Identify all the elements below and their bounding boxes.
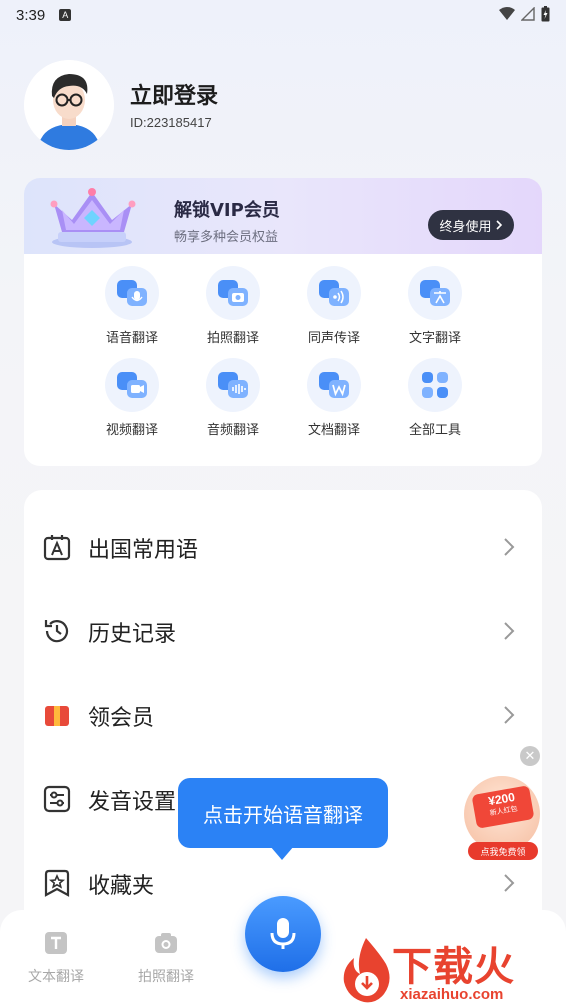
vip-banner[interactable]: 解锁VIP会员 畅享多种会员权益 终身使用 <box>24 178 542 254</box>
menu-label: 领会员 <box>88 706 155 731</box>
tool-all-tools[interactable]: 全部工具 <box>395 358 475 442</box>
status-bar: 3:39 A <box>0 0 566 30</box>
favorites-icon <box>44 869 70 897</box>
tool-camera-translate[interactable]: 拍照翻译 <box>193 266 273 350</box>
claim-free-button[interactable]: 点我免费领 <box>468 842 538 860</box>
watermark-brand: 下载火 <box>392 944 515 990</box>
camera-tab-icon <box>155 933 177 953</box>
video-translate-icon <box>117 372 147 398</box>
settings-sliders-icon <box>43 785 71 813</box>
new-user-red-packet-promo[interactable]: ✕ ¥200 新人红包 点我免费领 <box>462 746 546 864</box>
menu-label: 出国常用语 <box>88 538 199 563</box>
simultaneous-icon <box>319 280 349 306</box>
tool-label: 全部工具 <box>408 423 461 438</box>
watermark: 下载火 xiazaihuo.com <box>336 932 566 1008</box>
wifi-icon <box>499 7 515 20</box>
menu-label: 发音设置 <box>88 790 177 815</box>
tool-label: 文档翻译 <box>307 423 360 438</box>
tool-label: 音频翻译 <box>206 423 259 438</box>
flame-logo-icon <box>343 938 390 1003</box>
signal-icon <box>521 7 535 21</box>
tab-label: 拍照翻译 <box>138 969 194 985</box>
text-tab-icon <box>45 932 67 954</box>
crown-icon <box>50 188 136 248</box>
tool-simultaneous[interactable]: 同声传译 <box>294 266 374 350</box>
vip-button-label: 终身使用 <box>439 219 492 235</box>
vip-tools-card: 解锁VIP会员 畅享多种会员权益 终身使用 语音翻译 拍照翻译 同声传译 文字翻… <box>24 178 542 466</box>
menu-label: 收藏夹 <box>88 874 155 899</box>
user-id: ID:223185417 <box>130 115 212 130</box>
chevron-right-icon <box>504 538 515 556</box>
menu-label: 历史记录 <box>88 622 177 647</box>
tool-label: 同声传译 <box>307 331 360 346</box>
lifetime-vip-button[interactable]: 终身使用 <box>428 210 514 240</box>
tool-label: 语音翻译 <box>105 331 158 346</box>
login-link[interactable]: 立即登录 <box>130 78 218 110</box>
tool-label: 视频翻译 <box>105 423 158 438</box>
close-icon[interactable]: ✕ <box>520 746 540 766</box>
document-translate-icon <box>319 372 349 398</box>
chevron-right-icon <box>495 220 502 230</box>
tab-camera-translate[interactable]: 拍照翻译 <box>116 930 216 986</box>
voice-translate-tooltip: 点击开始语音翻译 <box>178 778 388 860</box>
menu-item-get-vip[interactable]: 领会员 <box>24 672 542 756</box>
tab-label: 文本翻译 <box>28 969 84 985</box>
all-tools-icon <box>422 372 448 398</box>
history-icon <box>44 620 69 643</box>
voice-record-button[interactable] <box>245 896 321 972</box>
tool-label: 文字翻译 <box>408 331 461 346</box>
battery-icon <box>541 6 550 22</box>
tab-text-translate[interactable]: 文本翻译 <box>6 930 106 986</box>
menu-item-phrasebook[interactable]: 出国常用语 <box>24 504 542 588</box>
chevron-right-icon <box>504 706 515 724</box>
tool-label: 拍照翻译 <box>206 331 259 346</box>
phrasebook-icon <box>43 535 71 561</box>
tool-video-translate[interactable]: 视频翻译 <box>92 358 172 442</box>
profile-header[interactable]: 立即登录 ID:223185417 <box>24 60 544 152</box>
audio-translate-icon <box>218 372 248 398</box>
text-translate-icon <box>420 280 450 306</box>
camera-translate-icon <box>218 280 248 306</box>
microphone-icon <box>270 918 296 949</box>
tool-document-translate[interactable]: 文档翻译 <box>294 358 374 442</box>
watermark-url: xiazaihuo.com <box>400 986 504 1003</box>
notification-a-icon: A <box>59 9 72 21</box>
vip-subtitle: 畅享多种会员权益 <box>174 230 279 245</box>
menu-item-history[interactable]: 历史记录 <box>24 588 542 672</box>
chevron-right-icon <box>504 622 515 640</box>
chevron-right-icon <box>504 874 515 892</box>
vip-title: 解锁VIP会员 <box>174 200 280 221</box>
gift-icon <box>45 706 69 726</box>
voice-translate-icon <box>117 280 147 306</box>
status-icons <box>499 6 550 22</box>
avatar[interactable] <box>24 60 114 150</box>
menu-card: 出国常用语 历史记录 领会员 发音设置 收藏夹 <box>24 490 542 950</box>
tool-voice-translate[interactable]: 语音翻译 <box>92 266 172 350</box>
tool-text-translate[interactable]: 文字翻译 <box>395 266 475 350</box>
tool-audio-translate[interactable]: 音频翻译 <box>193 358 273 442</box>
status-time: 3:39 <box>16 6 46 24</box>
